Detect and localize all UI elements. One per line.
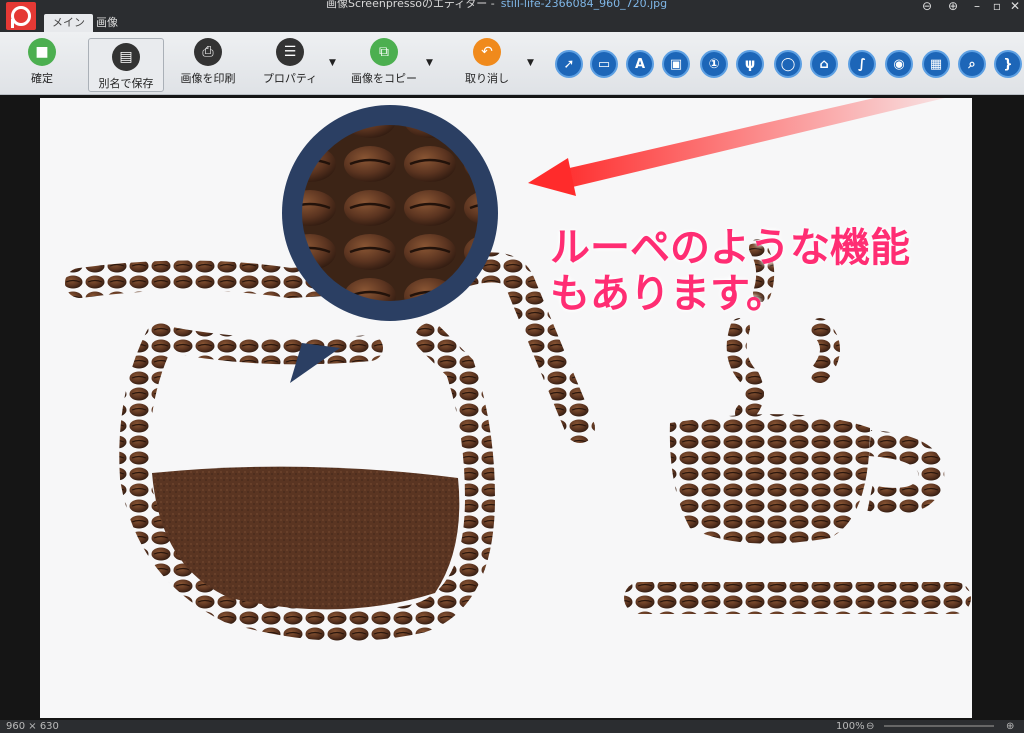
minimize-button[interactable]: – <box>966 0 988 12</box>
annotation-line-1: ルーペのような機能 <box>550 225 910 271</box>
window-title-text: 画像Screenpressoのエディター - <box>326 0 495 10</box>
window-title: 画像Screenpressoのエディター - still-life-2366084… <box>326 0 667 10</box>
status-bar: 960 × 630 100% ⊖ ⊕ <box>0 720 1024 733</box>
printer-icon: ⎙ <box>194 38 222 66</box>
confirm-label: 確定 <box>31 72 53 85</box>
tab-bar: メイン 画像 <box>0 12 1024 32</box>
confirm-button[interactable]: ■ 確定 <box>18 38 66 90</box>
properties-dropdown-icon[interactable]: ▼ <box>329 58 336 68</box>
annotation-text[interactable]: ルーペのような機能 もあります。 <box>550 225 910 317</box>
undo-label: 取り消し <box>465 72 509 85</box>
copy-image-button[interactable]: ⧉ 画像をコピー <box>350 38 418 90</box>
properties-button[interactable]: ☰ プロパティ <box>262 38 318 90</box>
bracket-tool-icon[interactable]: } <box>994 50 1022 78</box>
print-label: 画像を印刷 <box>180 72 236 85</box>
polyline-tool-icon[interactable]: ⌂ <box>810 50 838 78</box>
tab-image[interactable]: 画像 <box>88 14 126 32</box>
floppy-icon: ▤ <box>112 43 140 71</box>
copy-label: 画像をコピー <box>351 72 417 85</box>
undo-dropdown-icon[interactable]: ▼ <box>527 58 534 68</box>
forward-icon[interactable]: ⊕ <box>942 0 964 12</box>
app-logo[interactable] <box>6 2 36 30</box>
annotation-line-2: もあります。 <box>550 271 786 317</box>
callout-tool-icon[interactable]: ▣ <box>662 50 690 78</box>
undo-icon: ↶ <box>473 38 501 66</box>
image-tool-icon[interactable]: ▦ <box>922 50 950 78</box>
properties-label: プロパティ <box>262 72 318 85</box>
step-number-tool-icon[interactable]: ① <box>700 50 728 78</box>
marker-tool-icon[interactable]: ψ <box>736 50 764 78</box>
save-disk-icon: ■ <box>28 38 56 66</box>
zoom-level: 100% <box>836 721 865 732</box>
undo-button[interactable]: ↶ 取り消し <box>462 38 512 90</box>
zoom-slider[interactable] <box>884 725 994 727</box>
list-icon: ☰ <box>276 38 304 66</box>
ellipse-tool-icon[interactable]: ◯ <box>774 50 802 78</box>
arrow-tool-icon[interactable]: ➚ <box>555 50 583 78</box>
print-button[interactable]: ⎙ 画像を印刷 <box>176 38 240 90</box>
window-filename: still-life-2366084_960_720.jpg <box>500 0 668 10</box>
magnifier-tool-icon[interactable]: ⌕ <box>958 50 986 78</box>
title-bar: 画像Screenpressoのエディター - still-life-2366084… <box>0 0 1024 12</box>
text-tool-icon[interactable]: A <box>626 50 654 78</box>
copy-icon: ⧉ <box>370 38 398 66</box>
zoom-out-icon[interactable]: ⊖ <box>866 720 874 733</box>
copy-dropdown-icon[interactable]: ▼ <box>426 58 433 68</box>
tab-main[interactable]: メイン <box>44 14 93 32</box>
save-as-button[interactable]: ▤ 別名で保存 <box>88 38 164 92</box>
back-icon[interactable]: ⊖ <box>916 0 938 12</box>
rectangle-tool-icon[interactable]: ▭ <box>590 50 618 78</box>
coffee-illustration <box>65 98 971 641</box>
image-dimensions: 960 × 630 <box>6 721 59 732</box>
save-as-label: 別名で保存 <box>98 77 154 90</box>
edited-image[interactable] <box>40 98 972 718</box>
blur-tool-icon[interactable]: ◉ <box>885 50 913 78</box>
freehand-tool-icon[interactable]: ∫ <box>848 50 876 78</box>
close-button[interactable]: ✕ <box>1004 0 1024 12</box>
zoom-in-icon[interactable]: ⊕ <box>1006 720 1014 733</box>
